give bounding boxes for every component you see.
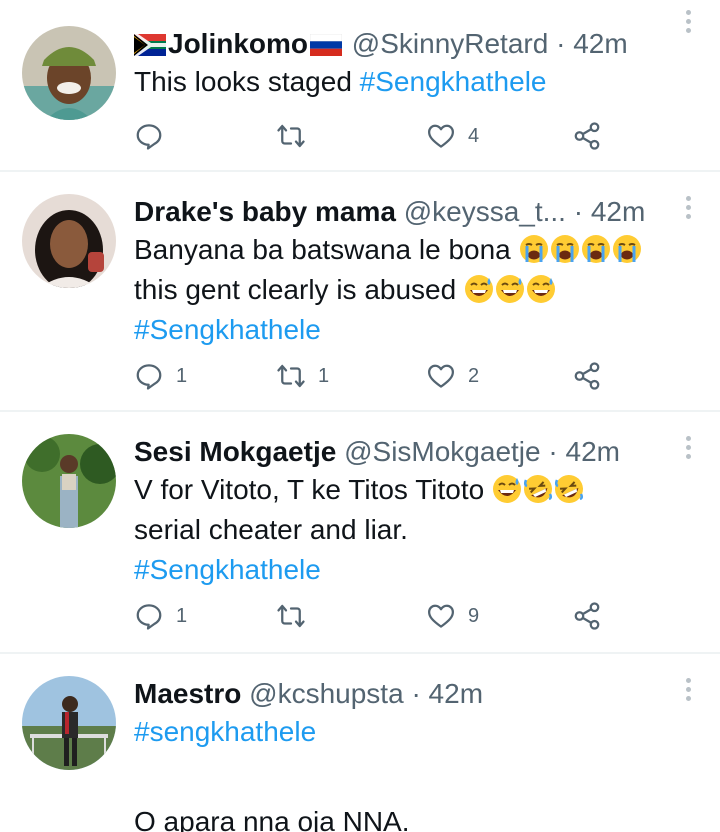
tweet-text: This looks staged #Sengkhathele bbox=[134, 62, 692, 102]
tweet-feed: Jolinkomo @SkinnyRetard · 42m This looks… bbox=[0, 0, 720, 832]
separator-dot: · bbox=[548, 436, 558, 467]
reply-button[interactable]: 1 bbox=[134, 356, 187, 396]
retweet-button[interactable]: 1 bbox=[276, 356, 329, 396]
display-name[interactable]: Maestro bbox=[134, 678, 241, 709]
timestamp[interactable]: 42m bbox=[566, 436, 620, 467]
separator-dot: · bbox=[573, 196, 584, 227]
display-name[interactable]: Jolinkomo bbox=[168, 28, 308, 59]
heart-icon bbox=[428, 124, 454, 148]
like-button[interactable]: 2 bbox=[426, 356, 479, 396]
tweet-header: Jolinkomo @SkinnyRetard · 42m bbox=[134, 24, 664, 64]
display-name[interactable]: Drake's baby mama bbox=[134, 196, 396, 227]
hashtag-link[interactable]: #Sengkhathele bbox=[134, 314, 321, 345]
avatar[interactable] bbox=[22, 194, 116, 288]
tweet-text: #sengkhathele O apara nna oja NNA. bbox=[134, 712, 692, 832]
like-count: 9 bbox=[468, 604, 480, 627]
tweet-text-line: V for Vitoto, T ke Titos Titoto bbox=[134, 474, 492, 505]
retweet-button[interactable] bbox=[276, 116, 318, 156]
tweet-text-line: serial cheater and liar. bbox=[134, 514, 408, 545]
avatar[interactable] bbox=[22, 676, 116, 770]
heart-icon bbox=[428, 604, 454, 628]
handle[interactable]: @kcshupsta bbox=[249, 678, 404, 709]
tweet-header: Sesi Mokgaetje @SisMokgaetje · 42m bbox=[134, 432, 664, 472]
tweet-text-line: Banyana ba batswana le bona bbox=[134, 234, 519, 265]
grinning-sweat-face-icon bbox=[526, 275, 555, 303]
more-options-icon[interactable] bbox=[684, 436, 692, 462]
timestamp[interactable]: 42m bbox=[429, 678, 483, 709]
retweet-icon bbox=[277, 604, 305, 628]
hashtag-link[interactable]: #Sengkhathele bbox=[134, 554, 321, 585]
separator-dot: · bbox=[411, 678, 421, 709]
avatar[interactable] bbox=[22, 434, 116, 528]
tweet-item[interactable]: Maestro @kcshupsta · 42m #sengkhathele O… bbox=[0, 654, 720, 832]
share-icon bbox=[574, 602, 600, 630]
hashtag-link[interactable]: #sengkhathele bbox=[134, 716, 316, 747]
reply-icon bbox=[136, 124, 162, 150]
reply-button[interactable] bbox=[134, 116, 176, 156]
reply-icon bbox=[136, 604, 162, 630]
grinning-sweat-face-icon bbox=[492, 475, 521, 503]
retweet-icon bbox=[277, 364, 305, 388]
avatar[interactable] bbox=[22, 26, 116, 120]
handle[interactable]: @SkinnyRetard bbox=[352, 28, 549, 59]
rolling-laughing-face-icon bbox=[554, 475, 584, 503]
tweet-text: V for Vitoto, T ke Titos Titoto serial c… bbox=[134, 470, 692, 590]
hashtag-link[interactable]: #Sengkhathele bbox=[360, 66, 547, 97]
retweet-count: 1 bbox=[318, 364, 330, 387]
more-options-icon[interactable] bbox=[684, 196, 692, 222]
like-count: 2 bbox=[468, 364, 480, 387]
rolling-laughing-face-icon bbox=[523, 475, 553, 503]
tweet-item[interactable]: Drake's baby mama @keyssa_t... · 42m Ban… bbox=[0, 172, 720, 410]
loudly-crying-face-icon bbox=[519, 235, 548, 263]
loudly-crying-face-icon bbox=[581, 235, 610, 263]
tweet-actions: 1 9 bbox=[134, 596, 614, 636]
reply-count: 1 bbox=[176, 604, 188, 627]
tweet-actions: 1 1 2 bbox=[134, 356, 614, 396]
tweet-text-line: this gent clearly is abused bbox=[134, 274, 464, 305]
tweet-header: Drake's baby mama @keyssa_t... · 42m bbox=[134, 192, 664, 232]
loudly-crying-face-icon bbox=[550, 235, 579, 263]
share-icon bbox=[574, 122, 600, 150]
more-options-icon[interactable] bbox=[684, 678, 692, 704]
like-button[interactable]: 9 bbox=[426, 596, 479, 636]
retweet-button[interactable] bbox=[276, 596, 318, 636]
like-count: 4 bbox=[468, 124, 480, 147]
display-name[interactable]: Sesi Mokgaetje bbox=[134, 436, 336, 467]
emoji-group bbox=[464, 274, 557, 305]
separator-dot: · bbox=[556, 28, 566, 59]
reply-count: 1 bbox=[176, 364, 188, 387]
tweet-text: Banyana ba batswana le bona this gent cl… bbox=[134, 230, 692, 350]
handle[interactable]: @SisMokgaetje bbox=[344, 436, 541, 467]
emoji-group bbox=[492, 474, 585, 505]
grinning-sweat-face-icon bbox=[464, 275, 493, 303]
tweet-actions: 4 bbox=[134, 116, 614, 156]
more-options-icon[interactable] bbox=[684, 10, 692, 36]
loudly-crying-face-icon bbox=[612, 235, 641, 263]
reply-icon bbox=[136, 364, 162, 390]
retweet-icon bbox=[277, 124, 305, 148]
russia-flag-icon bbox=[310, 34, 343, 56]
emoji-group bbox=[519, 234, 643, 265]
timestamp[interactable]: 42m bbox=[591, 196, 645, 227]
like-button[interactable]: 4 bbox=[426, 116, 479, 156]
reply-button[interactable]: 1 bbox=[134, 596, 187, 636]
share-button[interactable] bbox=[572, 116, 602, 156]
tweet-item[interactable]: Jolinkomo @SkinnyRetard · 42m This looks… bbox=[0, 0, 720, 170]
share-icon bbox=[574, 362, 600, 390]
handle[interactable]: @keyssa_t... bbox=[404, 196, 566, 227]
share-button[interactable] bbox=[572, 356, 602, 396]
south-africa-flag-icon bbox=[134, 34, 166, 56]
tweet-text-line: O apara nna oja NNA. bbox=[134, 806, 410, 832]
tweet-header: Maestro @kcshupsta · 42m bbox=[134, 674, 664, 714]
tweet-item[interactable]: Sesi Mokgaetje @SisMokgaetje · 42m V for… bbox=[0, 412, 720, 652]
share-button[interactable] bbox=[572, 596, 602, 636]
timestamp[interactable]: 42m bbox=[573, 28, 627, 59]
heart-icon bbox=[428, 364, 454, 388]
tweet-text-line: This looks staged bbox=[134, 66, 360, 97]
grinning-sweat-face-icon bbox=[495, 275, 524, 303]
